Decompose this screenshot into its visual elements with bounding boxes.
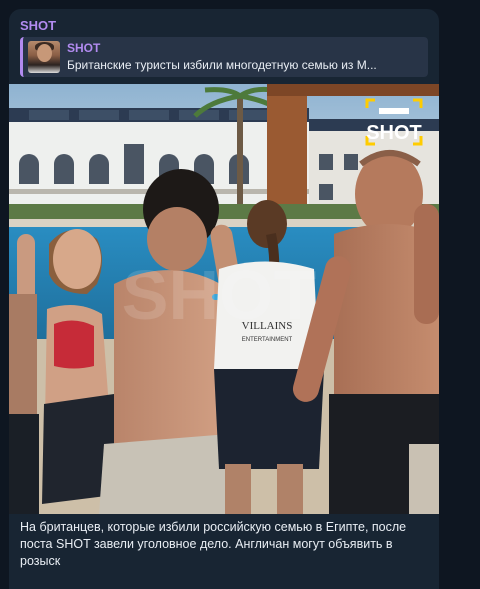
reply-text: Британские туристы избили многодетную се… <box>67 58 377 72</box>
shot-watermark: SHOT <box>122 256 316 334</box>
post-caption: На британцев, которые избили российскую … <box>20 520 407 568</box>
message-bubble[interactable]: SHOT SHOT Британские туристы избили мног… <box>9 9 439 589</box>
channel-name[interactable]: SHOT <box>20 18 56 33</box>
post-photo[interactable]: VILLAINS ENTERTAINMENT SHOT SHOT <box>9 84 439 514</box>
reply-preview[interactable]: SHOT Британские туристы избили многодетн… <box>20 37 428 77</box>
reply-title: SHOT <box>67 41 101 55</box>
shot-logo-text: SHOT <box>366 122 422 144</box>
shirt-print-sub: ENTERTAINMENT <box>242 337 293 343</box>
reply-thumbnail <box>28 41 60 73</box>
